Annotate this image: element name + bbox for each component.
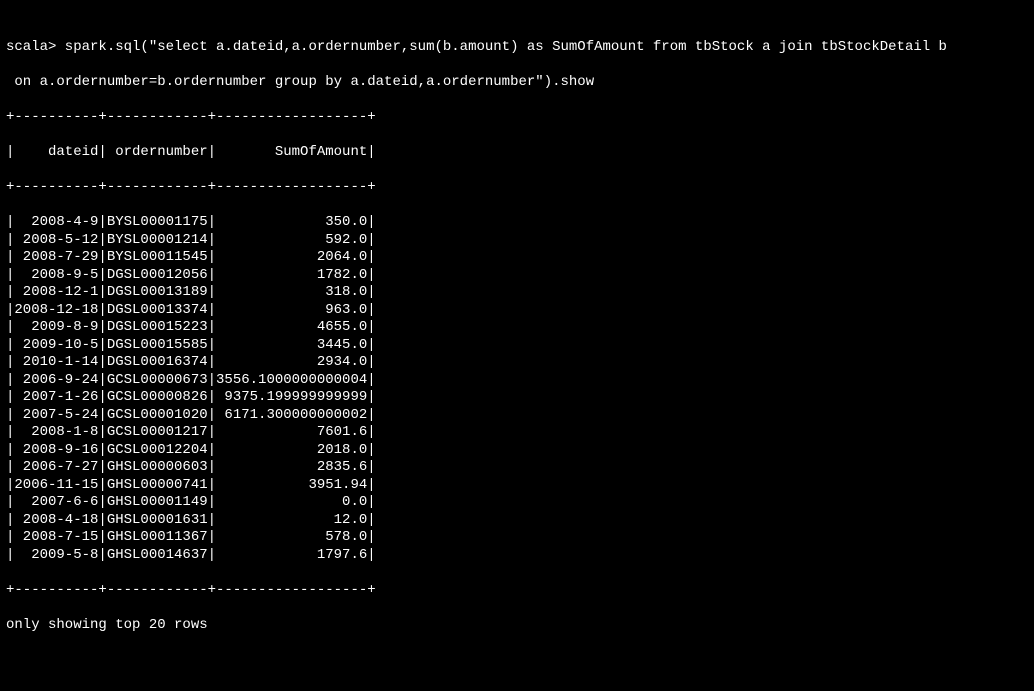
table-row: | 2006-7-27|GHSL00000603| 2835.6|: [6, 459, 1028, 477]
table-border-top: +----------+------------+---------------…: [6, 109, 1028, 127]
table-row: | 2007-1-26|GCSL00000826| 9375.199999999…: [6, 389, 1028, 407]
table-header: | dateid| ordernumber| SumOfAmount|: [6, 144, 1028, 162]
table-row: | 2008-4-18|GHSL00001631| 12.0|: [6, 512, 1028, 530]
table-row: | 2009-8-9|DGSL00015223| 4655.0|: [6, 319, 1028, 337]
scala-prompt-line1: scala> spark.sql("select a.dateid,a.orde…: [6, 39, 1028, 57]
table-row: | 2007-5-24|GCSL00001020| 6171.300000000…: [6, 407, 1028, 425]
table-row: |2006-11-15|GHSL00000741| 3951.94|: [6, 477, 1028, 495]
rows-footer: only showing top 20 rows: [6, 617, 1028, 635]
table-body: | 2008-4-9|BYSL00001175| 350.0|| 2008-5-…: [6, 214, 1028, 564]
table-row: | 2006-9-24|GCSL00000673|3556.1000000000…: [6, 372, 1028, 390]
table-row: | 2010-1-14|DGSL00016374| 2934.0|: [6, 354, 1028, 372]
table-row: |2008-12-18|DGSL00013374| 963.0|: [6, 302, 1028, 320]
table-row: | 2008-7-29|BYSL00011545| 2064.0|: [6, 249, 1028, 267]
table-row: | 2008-9-16|GCSL00012204| 2018.0|: [6, 442, 1028, 460]
table-row: | 2009-10-5|DGSL00015585| 3445.0|: [6, 337, 1028, 355]
table-row: | 2008-5-12|BYSL00001214| 592.0|: [6, 232, 1028, 250]
table-row: | 2008-9-5|DGSL00012056| 1782.0|: [6, 267, 1028, 285]
table-row: | 2008-1-8|GCSL00001217| 7601.6|: [6, 424, 1028, 442]
table-row: | 2008-12-1|DGSL00013189| 318.0|: [6, 284, 1028, 302]
table-row: | 2009-5-8|GHSL00014637| 1797.6|: [6, 547, 1028, 565]
table-border-bot: +----------+------------+---------------…: [6, 582, 1028, 600]
table-row: | 2008-7-15|GHSL00011367| 578.0|: [6, 529, 1028, 547]
table-border-mid: +----------+------------+---------------…: [6, 179, 1028, 197]
scala-prompt-line2: on a.ordernumber=b.ordernumber group by …: [6, 74, 1028, 92]
table-row: | 2007-6-6|GHSL00001149| 0.0|: [6, 494, 1028, 512]
table-row: | 2008-4-9|BYSL00001175| 350.0|: [6, 214, 1028, 232]
